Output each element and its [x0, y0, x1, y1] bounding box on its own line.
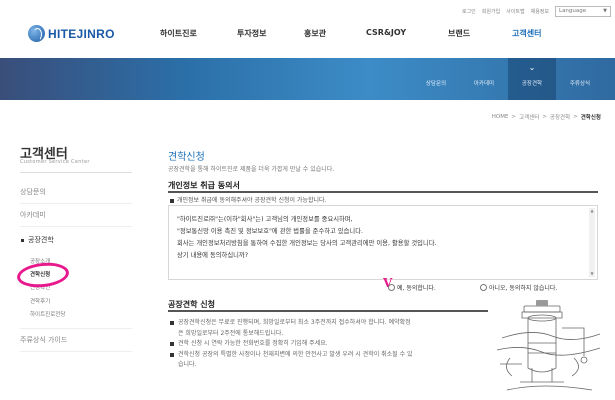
- subnav-item-2[interactable]: ⌄ 공장견학: [508, 58, 556, 100]
- disagree-label: 아니오, 동의하지 않습니다.: [489, 285, 558, 292]
- terms-line: 회사는 개인정보처리방침을 통하여 수집한 개인정보는 당사의 고객관리에만 이…: [177, 240, 437, 247]
- breadcrumb-customer-center[interactable]: 고객센터: [519, 113, 539, 121]
- nav-item-1[interactable]: 투자정보: [237, 28, 266, 39]
- agree-option[interactable]: 예, 동의합니다.: [388, 283, 436, 292]
- privacy-note-text: 개인정보 취급에 동의해주셔야 공장견학 신청이 가능합니다.: [177, 197, 327, 204]
- subnav-item-1[interactable]: 아카데미: [460, 58, 508, 100]
- tour-heading: 공장견학 신청: [168, 300, 215, 309]
- sidebar-item-consult[interactable]: 상담문의: [20, 187, 46, 197]
- breadcrumb-current: 견학신청: [580, 115, 601, 121]
- nav-item-2[interactable]: 홍보관: [304, 28, 326, 39]
- utility-bar: 로그인 회원가입 사이트맵 채용정보 Language ▼: [462, 4, 615, 18]
- sidebar-subtitle: Customer Service Center: [20, 159, 90, 165]
- login-link[interactable]: 로그인: [462, 8, 476, 15]
- tour-info-text: 습니다.: [178, 361, 197, 368]
- sidebar-divider: [20, 351, 132, 352]
- privacy-note: 개인정보 취급에 동의해주셔야 공장견학 신청이 가능합니다.: [170, 195, 326, 204]
- square-bullet-icon: [170, 198, 174, 203]
- section-rule: [168, 310, 488, 312]
- sidebar-item-tour[interactable]: 공장견학: [28, 235, 54, 245]
- language-select-label: Language: [559, 8, 587, 14]
- main-nav: 하이트진로 투자정보 홍보관 CSR&JOY 브랜드 고객센터: [0, 28, 615, 44]
- square-bullet-icon: [170, 342, 174, 346]
- privacy-heading: 개인정보 취급 동의서: [168, 181, 240, 190]
- square-bullet-icon: [170, 321, 174, 325]
- breadcrumb-factory-tour[interactable]: 공장견학: [550, 113, 570, 121]
- terms-scrollbar[interactable]: ▲ ▼: [589, 208, 595, 277]
- subnav-label: 주류상식: [569, 81, 591, 87]
- agree-radio[interactable]: [388, 284, 395, 291]
- terms-line: "정보통신망 이용 촉진 및 정보보호"에 관한 법률을 준수하고 있습니다.: [177, 228, 364, 235]
- subnav-label: 상담문의: [425, 81, 447, 87]
- breadcrumb: HOME > 고객센터 > 공장견학 > 견학신청: [489, 113, 601, 121]
- section-rule: [168, 191, 598, 193]
- tour-info-line: 견학신청 공장의 특별한 사정이나 천재지변에 의한 안전사고 발생 우려 시 …: [170, 350, 500, 361]
- tour-info-line: 습니다.: [170, 360, 500, 371]
- highlight-circle-annotation: [15, 260, 71, 290]
- sitemap-link[interactable]: 사이트맵: [506, 8, 524, 15]
- nav-item-0[interactable]: 하이트진로: [160, 28, 197, 39]
- subnav-item-0[interactable]: 상담문의: [412, 58, 460, 100]
- sidebar-divider: [20, 203, 132, 204]
- page-title: 견학신청: [168, 152, 205, 163]
- privacy-terms-box[interactable]: "하이트진로㈜"는(이하"회사"는) 고객님의 개인정보를 중요시하며, "정보…: [168, 205, 598, 280]
- breadcrumb-separator: >: [573, 114, 578, 120]
- language-select[interactable]: Language ▼: [555, 5, 611, 17]
- active-bullet-icon: [21, 239, 24, 242]
- sidebar-subitem-hall[interactable]: 하이트진로전당: [30, 310, 65, 318]
- nav-item-5[interactable]: 고객센터: [512, 28, 541, 39]
- sidebar-divider: [20, 328, 132, 329]
- scroll-up-icon[interactable]: ▲: [589, 208, 595, 214]
- sidebar-divider: [20, 172, 132, 173]
- terms-line: "하이트진로㈜"는(이하"회사"는) 고객님의 개인정보를 중요시하며,: [177, 216, 353, 223]
- factory-tank-illustration: [496, 300, 601, 391]
- sidebar-subitem-review[interactable]: 견학후기: [30, 297, 50, 305]
- sub-nav: 상담문의 아카데미 ⌄ 공장견학 주류상식: [412, 58, 604, 100]
- tour-info-list: 공장견학신청은 무료로 진행되며, 희망일로부터 최소 3주전까지 접수하셔야 …: [170, 318, 500, 371]
- chevron-down-icon: ▼: [603, 8, 607, 14]
- tour-info-text: 견학신청 공장의 특별한 사정이나 천재지변에 의한 안전사고 발생 우려 시 …: [178, 350, 413, 358]
- chevron-down-icon: ⌄: [528, 63, 536, 72]
- tour-info-text: 은 희망일로부터 2주전에 통보해드립니다.: [178, 329, 284, 337]
- agree-label: 예, 동의합니다.: [397, 285, 436, 292]
- subnav-label: 공장견학: [521, 81, 543, 87]
- sidebar-item-alcohol-guide[interactable]: 주류상식 가이드: [20, 335, 67, 345]
- scroll-down-icon[interactable]: ▼: [589, 271, 595, 277]
- tour-info-text: 공장견학신청은 무료로 진행되며, 희망일로부터 최소 3주전까지 접수하셔야 …: [178, 319, 411, 326]
- nav-item-3[interactable]: CSR&JOY: [366, 28, 406, 37]
- tour-info-line: 은 희망일로부터 2주전에 통보해드립니다.: [170, 329, 500, 340]
- disagree-radio[interactable]: [480, 284, 487, 291]
- sidebar-item-academy[interactable]: 아카데미: [20, 210, 46, 220]
- square-bullet-icon: [170, 352, 174, 357]
- breadcrumb-home[interactable]: HOME: [492, 114, 509, 120]
- terms-line: 상기 내용에 동의하십니까?: [177, 252, 249, 259]
- join-link[interactable]: 회원가입: [482, 8, 500, 15]
- tour-info-line: 공장견학신청은 무료로 진행되며, 희망일로부터 최소 3주전까지 접수하셔야 …: [170, 318, 500, 329]
- sidebar-divider: [20, 226, 132, 227]
- tour-info-text: 견학 신청 시 연락 가능한 전화번호를 정확히 기입해 주세요.: [178, 340, 328, 347]
- tour-info-line: 견학 신청 시 연락 가능한 전화번호를 정확히 기입해 주세요.: [170, 339, 500, 350]
- nav-item-4[interactable]: 브랜드: [448, 28, 470, 39]
- page-description: 공장견학을 통해 하이트진로 제품을 더욱 가깝게 만날 수 있습니다.: [168, 166, 335, 173]
- breadcrumb-separator: >: [542, 114, 547, 120]
- subnav-item-3[interactable]: 주류상식: [556, 58, 604, 100]
- subnav-label: 아카데미: [473, 81, 495, 87]
- recruit-link[interactable]: 채용정보: [531, 8, 549, 15]
- disagree-option[interactable]: 아니오, 동의하지 않습니다.: [480, 283, 557, 292]
- breadcrumb-separator: >: [511, 114, 517, 120]
